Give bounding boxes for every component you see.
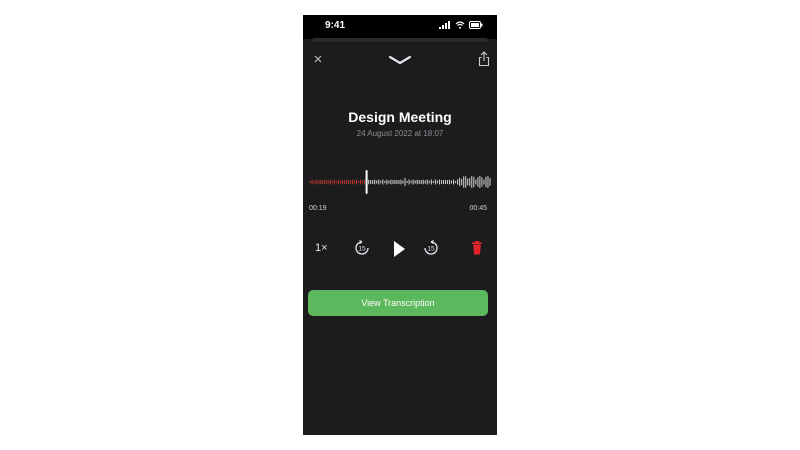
skip-back-label: 15 — [358, 246, 366, 253]
sheet-edge — [311, 38, 489, 42]
skip-forward-15-icon[interactable]: 15 — [422, 239, 440, 257]
wifi-icon — [455, 21, 465, 29]
speed-button[interactable]: 1× — [315, 242, 328, 254]
battery-icon — [469, 21, 483, 29]
playback-controls: 1× 15 15 — [303, 237, 497, 261]
chevron-down-icon[interactable] — [388, 55, 412, 65]
current-time: 00:19 — [309, 205, 327, 212]
skip-forward-label: 15 — [427, 246, 435, 253]
waveform-scrubber[interactable] — [309, 167, 491, 197]
playhead[interactable] — [365, 170, 368, 194]
close-icon[interactable] — [312, 53, 324, 65]
share-icon[interactable] — [478, 51, 490, 67]
recording-title: Design Meeting — [348, 109, 452, 125]
home-indicator-area — [303, 415, 497, 435]
play-icon[interactable] — [392, 240, 406, 258]
signal-icon — [439, 21, 450, 29]
status-time: 9:41 — [325, 20, 346, 31]
status-icons — [439, 21, 483, 29]
recording-date: 24 August 2022 at 18:07 — [356, 129, 444, 138]
remaining-time: 00:45 — [469, 205, 487, 212]
status-bar: 9:41 — [303, 15, 497, 39]
skip-back-15-icon[interactable]: 15 — [353, 239, 371, 257]
view-transcription-button[interactable]: View Transcription — [308, 290, 488, 316]
phone-screen: 9:41 Design Meeting 24 August 2022 at 18… — [303, 15, 497, 435]
trash-icon[interactable] — [472, 241, 482, 255]
